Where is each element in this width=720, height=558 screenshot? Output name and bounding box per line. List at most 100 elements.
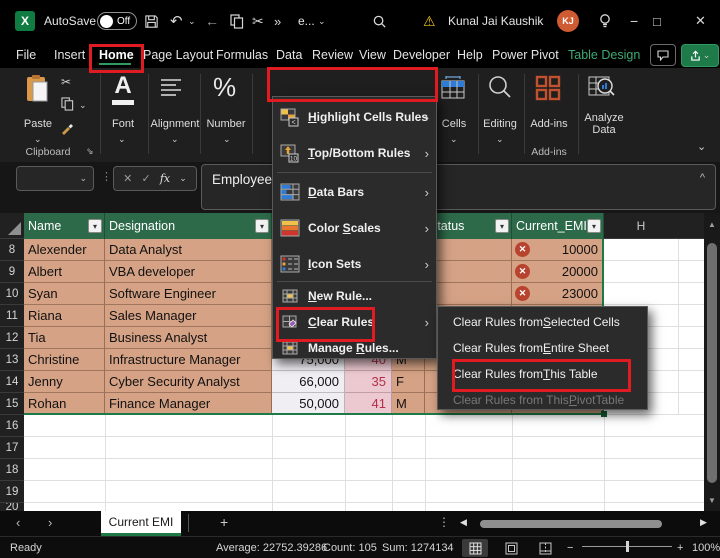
warning-icon[interactable]: ⚠ xyxy=(423,0,436,42)
undo-icon[interactable]: ↶ xyxy=(170,0,183,42)
row-number[interactable]: 19 xyxy=(0,481,24,503)
copy-icon[interactable] xyxy=(230,0,244,42)
cell-designation[interactable]: Sales Manager xyxy=(105,305,272,327)
header-status[interactable]: Status ▾ xyxy=(425,213,512,239)
column-letter-partial[interactable] xyxy=(678,213,704,239)
number-dropdown-icon[interactable]: ⌄ xyxy=(223,134,231,145)
menu-item-manage-rules[interactable]: Manage Rules... xyxy=(273,335,436,361)
copy-button[interactable] xyxy=(61,97,74,116)
cancel-icon[interactable]: ✕ xyxy=(123,172,132,185)
row-number[interactable]: 11 xyxy=(0,305,24,327)
cut-icon[interactable]: ✂ xyxy=(252,0,264,42)
sheet-next-icon[interactable]: › xyxy=(48,515,52,530)
tabbar-more-icon[interactable]: ⋮ xyxy=(438,515,450,529)
add-sheet-icon[interactable]: + xyxy=(220,514,228,530)
row-number[interactable]: 18 xyxy=(0,459,24,481)
hscroll-left-icon[interactable]: ◀ xyxy=(460,517,467,528)
tab-help[interactable]: Help xyxy=(457,42,483,68)
select-all-corner[interactable] xyxy=(0,213,24,239)
zoom-in-icon[interactable]: + xyxy=(677,537,683,558)
ribbon-collapse-icon[interactable]: ⌄ xyxy=(697,140,706,153)
close-button[interactable]: ✕ xyxy=(695,0,706,42)
row-number[interactable]: 8 xyxy=(0,239,24,261)
cell-name[interactable]: Rohan xyxy=(24,393,105,415)
maximize-button[interactable]: □ xyxy=(653,0,661,42)
row-number[interactable]: 15 xyxy=(0,393,24,415)
cell-name[interactable]: Jenny xyxy=(24,371,105,393)
vertical-scrollbar[interactable]: ▲ ▼ xyxy=(704,213,720,511)
search-icon[interactable] xyxy=(372,0,387,42)
menu-item-highlight-cells-rules[interactable]: < Highlight Cells Rules › xyxy=(273,99,436,135)
cell-name[interactable]: Alexender xyxy=(24,239,105,261)
filter-button[interactable]: ▾ xyxy=(587,219,601,233)
cell-name[interactable]: Riana xyxy=(24,305,105,327)
row-number[interactable]: 20 xyxy=(0,503,24,511)
header-current-emi[interactable]: Current_EMI ▾ xyxy=(512,213,604,239)
status-average[interactable]: Average: 22752.39286 xyxy=(216,537,327,558)
cell-designation[interactable]: Infrastructure Manager xyxy=(105,349,272,371)
scroll-down-icon[interactable]: ▼ xyxy=(704,491,720,509)
toolbar-overflow-icon[interactable]: » xyxy=(274,0,281,42)
row-number[interactable]: 16 xyxy=(0,415,24,437)
fx-dropdown-icon[interactable]: ⌄ xyxy=(179,173,187,184)
cell-status[interactable] xyxy=(425,261,512,283)
enter-icon[interactable]: ✓ xyxy=(142,172,151,185)
cell-name[interactable]: Christine xyxy=(24,349,105,371)
lightbulb-icon[interactable] xyxy=(598,0,612,42)
paste-dropdown-icon[interactable]: ⌄ xyxy=(34,134,42,145)
tab-table-design[interactable]: Table Design xyxy=(568,42,640,68)
comment-button[interactable] xyxy=(650,42,676,68)
alignment-icon[interactable] xyxy=(160,78,182,101)
alignment-dropdown-icon[interactable]: ⌄ xyxy=(171,134,179,145)
user-name[interactable]: Kunal Jai Kaushik xyxy=(448,0,543,42)
minimize-button[interactable]: − xyxy=(630,0,638,42)
cell-designation[interactable]: Business Analyst xyxy=(105,327,272,349)
cell-name[interactable]: Syan xyxy=(24,283,105,305)
menu-item-new-rule[interactable]: New Rule... xyxy=(273,283,436,309)
copy-dropdown-icon[interactable]: ⌄ xyxy=(79,100,87,111)
tab-data[interactable]: Data xyxy=(276,42,302,68)
column-letter-h[interactable]: H xyxy=(604,213,678,239)
cell-gender[interactable]: M xyxy=(392,393,425,415)
tab-power-pivot[interactable]: Power Pivot xyxy=(492,42,559,68)
hscroll-right-icon[interactable]: ▶ xyxy=(700,517,707,528)
paste-button[interactable] xyxy=(24,74,50,109)
menu-item-top-bottom-rules[interactable]: 10 Top/Bottom Rules › xyxy=(273,135,436,171)
cell-name[interactable]: Albert xyxy=(24,261,105,283)
name-box[interactable]: ⌄ xyxy=(16,166,94,191)
cell-status[interactable] xyxy=(425,239,512,261)
cell-age[interactable]: 35 xyxy=(345,371,392,393)
document-name-dropdown[interactable]: e... ⌄ xyxy=(298,0,326,42)
share-button[interactable]: ⌄ xyxy=(681,42,719,68)
font-group-button[interactable]: A xyxy=(112,74,134,105)
fx-icon[interactable]: fx xyxy=(160,172,170,185)
tab-file[interactable]: File xyxy=(16,42,36,68)
sheet-tab-current-emi[interactable]: Current EMI xyxy=(101,511,181,536)
row-number[interactable]: 17 xyxy=(0,437,24,459)
clipboard-dialog-launcher-icon[interactable]: ⇘ xyxy=(86,146,94,157)
cut-button[interactable]: ✂ xyxy=(61,75,71,89)
filter-button[interactable]: ▾ xyxy=(88,219,102,233)
row-number[interactable]: 14 xyxy=(0,371,24,393)
formula-bar-collapse-icon[interactable]: ^ xyxy=(700,172,705,184)
cell-emi[interactable]: ✕ 20000 xyxy=(512,261,604,283)
save-icon[interactable] xyxy=(144,0,159,42)
zoom-level[interactable]: 100% xyxy=(692,537,720,558)
row-number[interactable]: 12 xyxy=(0,327,24,349)
filter-button[interactable]: ▾ xyxy=(255,219,269,233)
cell-salary[interactable]: 66,000 xyxy=(272,371,345,393)
menu-item-clear-rules[interactable]: Clear Rules › xyxy=(273,309,436,335)
cell-emi[interactable]: ✕ 23000 xyxy=(512,283,604,305)
zoom-slider-thumb[interactable] xyxy=(626,541,629,552)
cells-icon[interactable] xyxy=(440,76,466,105)
scroll-up-icon[interactable]: ▲ xyxy=(704,215,720,233)
filter-button[interactable]: ▾ xyxy=(495,219,509,233)
undo-dropdown-icon[interactable]: ⌄ xyxy=(188,0,196,42)
cell-designation[interactable]: VBA developer xyxy=(105,261,272,283)
header-designation[interactable]: Designation ▾ xyxy=(105,213,272,239)
page-break-view-button[interactable] xyxy=(532,539,558,557)
format-painter-button[interactable] xyxy=(60,120,76,141)
zoom-out-icon[interactable]: − xyxy=(567,537,573,558)
menu-item-color-scales[interactable]: Color Scales › xyxy=(273,210,436,246)
menu-item-data-bars[interactable]: Data Bars › xyxy=(273,174,436,210)
